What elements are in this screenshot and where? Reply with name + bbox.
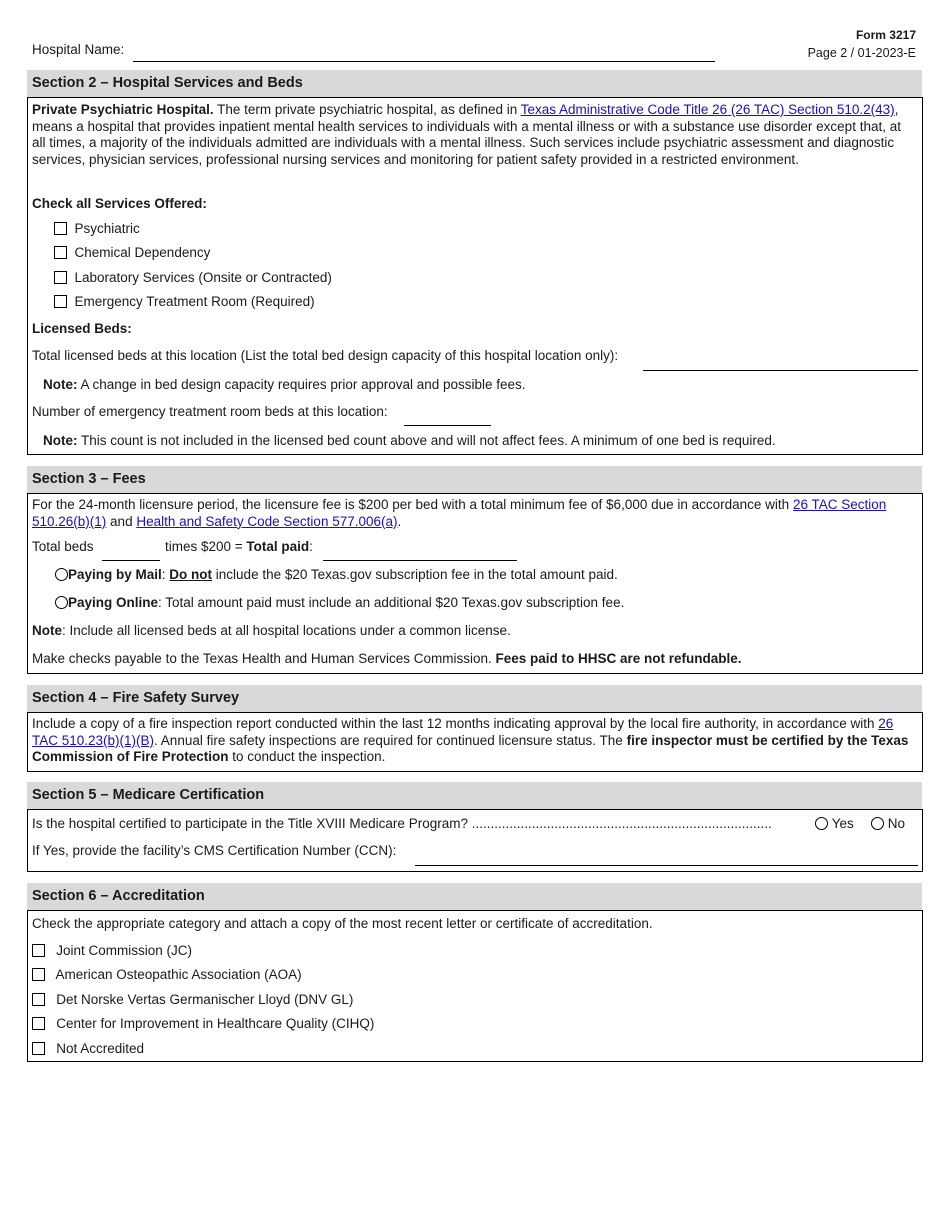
fees-intro-mid: and	[106, 513, 137, 529]
accreditation-instruction: Check the appropriate category and attac…	[32, 916, 653, 931]
service-label: Laboratory Services (Onsite or Contracte…	[74, 270, 332, 285]
checkbox[interactable]	[32, 1042, 45, 1055]
checks-text: Make checks payable to the Texas Health …	[32, 651, 496, 666]
total-beds-calc-label: Total beds	[32, 539, 94, 554]
hospital-name-label: Hospital Name:	[32, 42, 125, 57]
checks-payable-text: Make checks payable to the Texas Health …	[32, 651, 742, 666]
accreditation-label: Not Accredited	[56, 1041, 145, 1056]
total-beds-label: Total licensed beds at this location (Li…	[32, 348, 619, 363]
mail-label: Paying by Mail	[68, 567, 162, 582]
checkbox[interactable]	[54, 271, 67, 284]
yes-label: Yes	[831, 816, 854, 831]
section3-body: For the 24-month licensure period, the l…	[27, 493, 923, 674]
radio-button[interactable]	[55, 596, 68, 609]
accreditation-label: Joint Commission (JC)	[56, 943, 193, 958]
common-license-note: Note: Include all licensed beds at all h…	[32, 623, 511, 638]
section5-body: Is the hospital certified to participate…	[27, 809, 923, 872]
accreditation-option-dnv-gl[interactable]: Det Norske Vertas Germanischer Lloyd (DN…	[32, 992, 353, 1007]
radio-button[interactable]	[871, 817, 884, 830]
accreditation-label: American Osteopathic Association (AOA)	[55, 967, 302, 982]
er-beds-field[interactable]	[404, 425, 491, 426]
colon: :	[309, 539, 313, 554]
ccn-label: If Yes, provide the facility’s CMS Certi…	[32, 843, 397, 858]
radio-button[interactable]	[55, 568, 68, 581]
tac-510-2-link[interactable]: Texas Administrative Code Title 26 (26 T…	[521, 102, 895, 117]
service-label: Chemical Dependency	[74, 245, 211, 260]
section6-header: Section 6 – Accreditation	[27, 883, 922, 910]
total-beds-field[interactable]	[643, 370, 918, 371]
note-text: This count is not included in the licens…	[77, 433, 776, 448]
total-paid-label: Total paid	[246, 539, 310, 554]
hospital-name-field[interactable]	[133, 61, 715, 62]
section5-header: Section 5 – Medicare Certification	[27, 782, 922, 809]
section2-intro: Private Psychiatric Hospital. The term p…	[32, 102, 918, 169]
section3-header: Section 3 – Fees	[27, 466, 922, 493]
form-number: Form 3217	[855, 28, 916, 42]
accreditation-option-not-accredited[interactable]: Not Accredited	[32, 1041, 144, 1056]
note-label: Note	[32, 623, 62, 638]
page-header: Hospital Name: Form 3217 Page 2 / 01-202…	[0, 0, 950, 66]
er-beds-note: Note: This count is not included in the …	[43, 433, 776, 448]
checkbox[interactable]	[32, 944, 45, 957]
times-label: times $200 = Total paid:	[165, 539, 313, 554]
section4-header: Section 4 – Fire Safety Survey	[27, 685, 922, 712]
service-label: Psychiatric	[74, 221, 140, 236]
section6-body: Check the appropriate category and attac…	[27, 910, 923, 1062]
paying-online-option[interactable]: Paying Online: Total amount paid must in…	[55, 595, 624, 610]
fees-intro-pre: For the 24-month licensure period, the l…	[32, 497, 793, 512]
medicare-question: Is the hospital certified to participate…	[32, 816, 772, 831]
fire-text-post: to conduct the inspection.	[228, 749, 386, 765]
radio-button[interactable]	[815, 817, 828, 830]
fire-text-mid: . Annual fire safety inspections are req…	[154, 732, 627, 748]
service-option-chemical-dependency[interactable]: Chemical Dependency	[54, 245, 210, 260]
accreditation-label: Center for Improvement in Healthcare Qua…	[56, 1016, 375, 1031]
accreditation-option-aoa[interactable]: American Osteopathic Association (AOA)	[32, 967, 302, 982]
checkbox[interactable]	[54, 295, 67, 308]
note-text: : Include all licensed beds at all hospi…	[62, 623, 511, 638]
accreditation-option-cihq[interactable]: Center for Improvement in Healthcare Qua…	[32, 1016, 374, 1031]
service-label: Emergency Treatment Room (Required)	[74, 294, 315, 309]
medicare-no-option[interactable]: No	[871, 816, 905, 831]
note-label: Note:	[43, 433, 78, 448]
bed-capacity-note: Note: A change in bed design capacity re…	[43, 377, 526, 392]
section2-body: Private Psychiatric Hospital. The term p…	[27, 97, 923, 455]
paying-by-mail-option[interactable]: Paying by Mail: Do not include the $20 T…	[55, 567, 618, 582]
accreditation-label: Det Norske Vertas Germanischer Lloyd (DN…	[56, 992, 354, 1007]
section2-intro-pre: The term private psychiatric hospital, a…	[213, 102, 521, 117]
fees-intro: For the 24-month licensure period, the l…	[32, 497, 918, 530]
note-label: Note:	[43, 377, 78, 392]
page-info: Page 2 / 01-2023-E	[807, 46, 916, 60]
service-option-emergency-room[interactable]: Emergency Treatment Room (Required)	[54, 294, 315, 309]
total-paid-field[interactable]	[323, 560, 517, 561]
ccn-field[interactable]	[415, 865, 918, 866]
section2-header: Section 2 – Hospital Services and Beds	[27, 70, 922, 97]
accreditation-option-jc[interactable]: Joint Commission (JC)	[32, 943, 192, 958]
er-beds-label: Number of emergency treatment room beds …	[32, 404, 388, 419]
fire-safety-text: Include a copy of a fire inspection repo…	[32, 716, 918, 766]
not-refundable-text: Fees paid to HHSC are not refundable.	[495, 651, 742, 666]
no-label: No	[887, 816, 906, 831]
online-text: : Total amount paid must include an addi…	[158, 595, 625, 610]
checkbox[interactable]	[32, 968, 45, 981]
services-heading: Check all Services Offered:	[32, 196, 207, 211]
checkbox[interactable]	[32, 1017, 45, 1030]
do-not-emphasis: Do not	[169, 567, 213, 582]
note-text: A change in bed design capacity requires…	[77, 377, 526, 392]
checkbox[interactable]	[54, 246, 67, 259]
fees-intro-post: .	[397, 513, 402, 529]
fee-total-beds-field[interactable]	[102, 560, 160, 561]
online-label: Paying Online	[68, 595, 159, 610]
service-option-laboratory[interactable]: Laboratory Services (Onsite or Contracte…	[54, 270, 332, 285]
medicare-yes-option[interactable]: Yes	[815, 816, 854, 831]
section2-intro-bold: Private Psychiatric Hospital.	[32, 102, 214, 117]
checkbox[interactable]	[54, 222, 67, 235]
section4-body: Include a copy of a fire inspection repo…	[27, 712, 923, 772]
hsc-577-006-link[interactable]: Health and Safety Code Section 577.006(a…	[136, 514, 397, 529]
service-option-psychiatric[interactable]: Psychiatric	[54, 221, 140, 236]
mail-text: include the $20 Texas.gov subscription f…	[212, 567, 618, 582]
times-text: times $200 =	[165, 539, 247, 554]
fire-text-pre: Include a copy of a fire inspection repo…	[32, 716, 879, 731]
checkbox[interactable]	[32, 993, 45, 1006]
licensed-beds-heading: Licensed Beds:	[32, 321, 132, 336]
